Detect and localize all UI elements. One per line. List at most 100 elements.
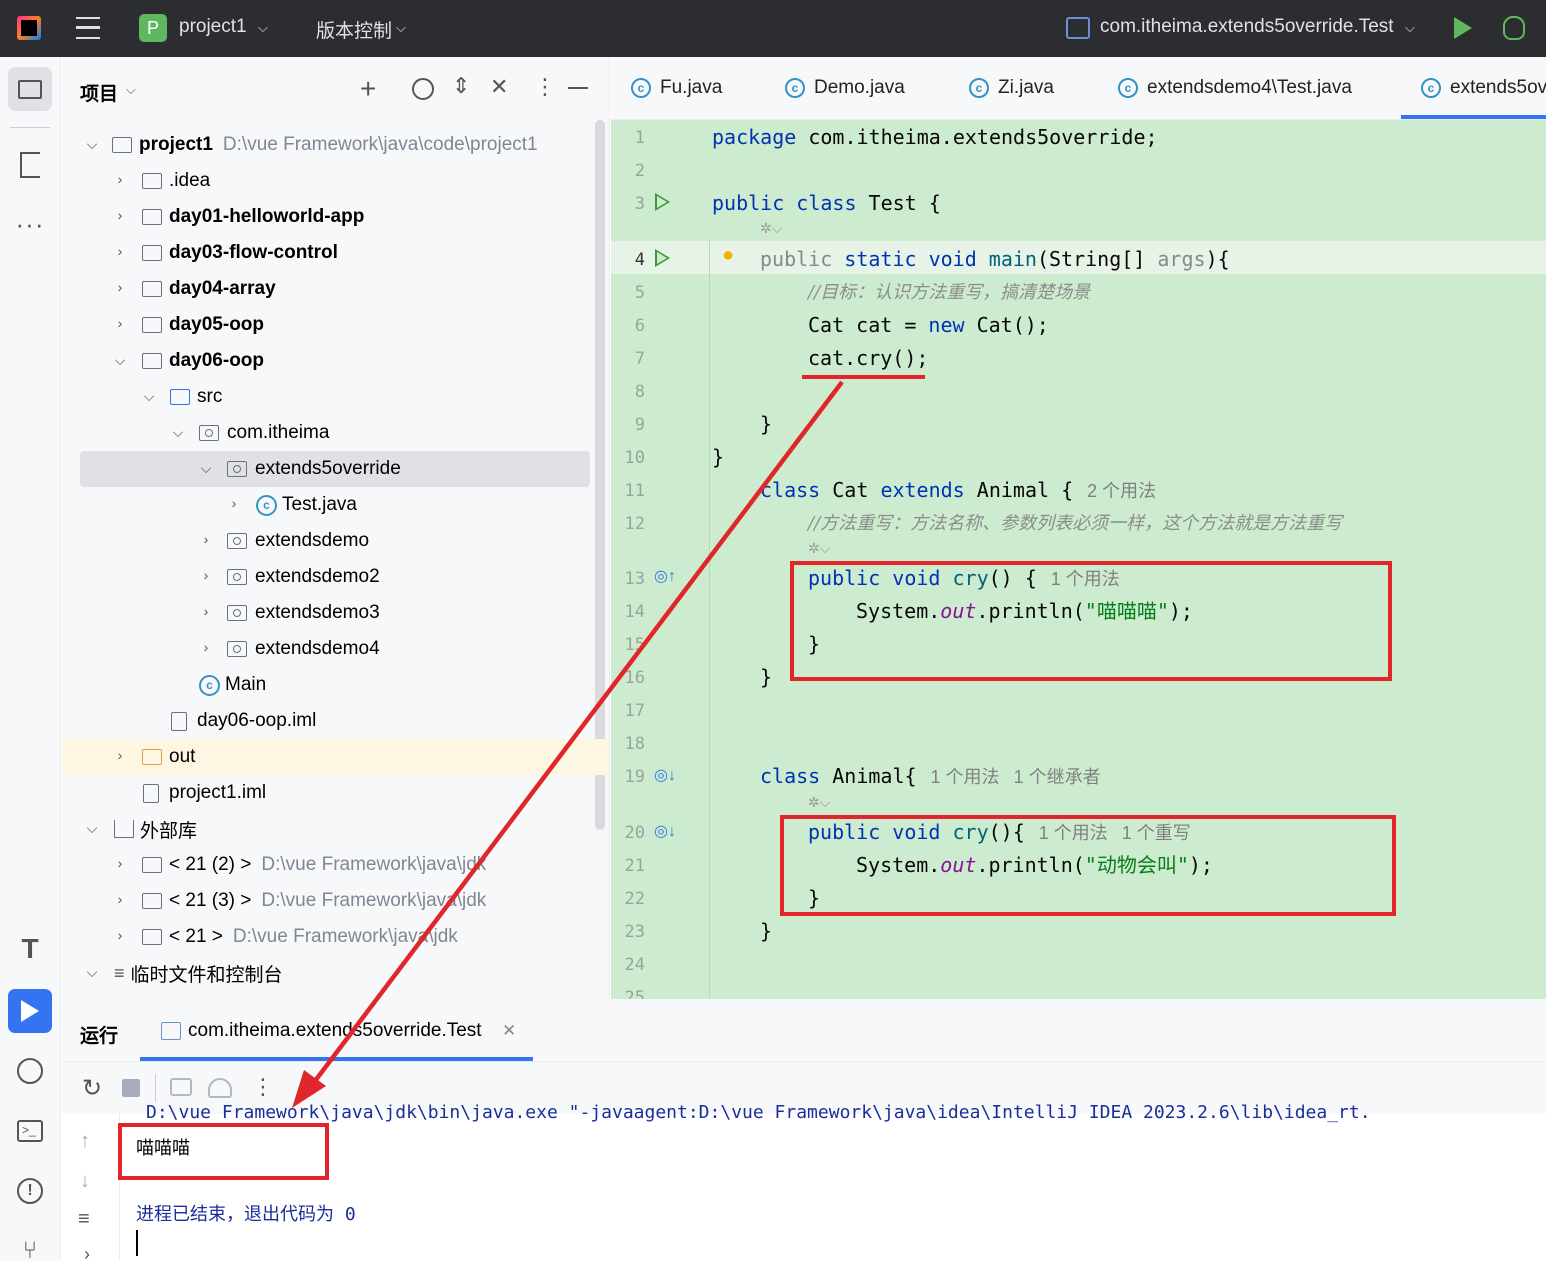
tree-item-module[interactable]: day05-oop xyxy=(142,307,264,343)
tree-item-module[interactable]: day03-flow-control xyxy=(142,235,338,271)
hide-icon[interactable] xyxy=(568,87,588,89)
tree-chevron-icon[interactable]: › xyxy=(196,603,216,619)
run-gutter-icon[interactable] xyxy=(655,249,670,267)
tree-item-external-libraries[interactable]: 外部库 xyxy=(114,811,197,847)
tree-item-package[interactable]: com.itheima xyxy=(199,415,329,451)
collapse-all-icon[interactable]: ✕ xyxy=(490,74,508,100)
app-logo-icon[interactable] xyxy=(17,16,41,40)
more-console-icon[interactable]: › xyxy=(84,1244,90,1261)
tree-item-project-iml[interactable]: project1.iml xyxy=(143,775,266,811)
tab-zi-java[interactable]: c Zi.java xyxy=(969,77,1054,99)
close-tab-icon[interactable]: ✕ xyxy=(502,1021,516,1041)
run-gutter-icon[interactable] xyxy=(655,193,670,211)
console-output[interactable]: D:\vue Framework\java\jdk\bin\java.exe "… xyxy=(120,1102,1546,1261)
tree-chevron-icon[interactable]: › xyxy=(196,567,216,583)
tree-item-src[interactable]: src xyxy=(170,379,222,415)
soft-wrap-icon[interactable]: ≡ xyxy=(78,1208,90,1231)
project-chevron-icon[interactable]: ⌵ xyxy=(258,20,268,36)
usage-hint[interactable]: 1 个用法 xyxy=(931,767,1000,787)
ai-assist-icon[interactable]: ✲⌵ xyxy=(760,220,782,237)
run-icon[interactable] xyxy=(1454,17,1472,39)
expand-all-icon[interactable]: ⇕ xyxy=(452,73,470,99)
project-selector[interactable]: project1 xyxy=(179,16,247,38)
tree-item-test-java[interactable]: c Test.java xyxy=(256,487,357,523)
tree-chevron-icon[interactable]: › xyxy=(224,495,244,511)
tree-chevron-icon[interactable]: ⌵ xyxy=(139,388,159,405)
run-config-selector[interactable]: com.itheima.extends5override.Test xyxy=(1100,16,1394,38)
rerun-icon[interactable]: ↻ xyxy=(82,1074,102,1103)
tab-demo-java[interactable]: c Demo.java xyxy=(785,77,905,99)
more-options-icon[interactable]: ⋮ xyxy=(252,1074,274,1100)
tree-item-package[interactable]: extendsdemo3 xyxy=(227,595,380,631)
screenshot-icon[interactable] xyxy=(170,1078,192,1096)
tree-item-module[interactable]: day06-oop xyxy=(142,343,264,379)
git-icon[interactable]: ⑂ xyxy=(8,1229,52,1261)
project-badge[interactable]: P xyxy=(139,14,167,42)
ai-assist-icon[interactable]: ✲⌵ xyxy=(808,794,830,811)
tree-item-package[interactable]: extendsdemo4 xyxy=(227,631,380,667)
tree-chevron-icon[interactable]: ⌵ xyxy=(168,424,188,441)
add-icon[interactable]: + xyxy=(360,73,376,105)
tab-fu-java[interactable]: c Fu.java xyxy=(631,77,722,99)
vcs-menu[interactable]: 版本控制 xyxy=(316,16,392,43)
tree-chevron-icon[interactable]: ⌵ xyxy=(110,352,130,369)
panel-title-chevron-icon[interactable]: ⌵ xyxy=(126,82,136,98)
structure-tool-icon[interactable] xyxy=(8,143,52,187)
tree-item-iml[interactable]: day06-oop.iml xyxy=(171,703,316,739)
scroll-down-icon[interactable]: ↓ xyxy=(80,1170,90,1193)
tree-chevron-icon[interactable]: › xyxy=(110,315,130,331)
debug-icon[interactable] xyxy=(1503,16,1525,40)
tree-item-project1[interactable]: project1 D:\vue Framework\java\code\proje… xyxy=(112,127,538,163)
tree-chevron-icon[interactable]: › xyxy=(110,279,130,295)
stop-icon[interactable] xyxy=(122,1079,140,1097)
tree-chevron-icon[interactable]: ⌵ xyxy=(82,136,102,153)
bulb-icon[interactable]: ● xyxy=(722,244,734,267)
tree-item-main[interactable]: c Main xyxy=(199,667,266,703)
project-tool-icon[interactable] xyxy=(8,67,52,111)
tab-extends5override-test-active[interactable]: c extends5ov xyxy=(1421,77,1546,99)
services-icon[interactable] xyxy=(8,1049,52,1093)
options-icon[interactable]: ⋮ xyxy=(534,74,556,100)
tree-scrollbar[interactable] xyxy=(595,120,605,830)
tree-item-jdk[interactable]: < 21 (3) > D:\vue Framework\java\jdk xyxy=(142,883,486,919)
tree-item-jdk[interactable]: < 21 > D:\vue Framework\java\jdk xyxy=(142,919,458,955)
tree-chevron-icon[interactable]: › xyxy=(110,171,130,187)
tree-item-jdk[interactable]: < 21 (2) > D:\vue Framework\java\jdk xyxy=(142,847,486,883)
more-tools-icon[interactable]: ··· xyxy=(8,202,52,246)
tree-chevron-icon[interactable]: ⌵ xyxy=(82,820,102,837)
tree-chevron-icon[interactable]: › xyxy=(110,855,130,871)
tree-item-package[interactable]: extendsdemo2 xyxy=(227,559,380,595)
tree-chevron-icon[interactable]: › xyxy=(110,207,130,223)
run-config-chevron-icon[interactable]: ⌵ xyxy=(1405,20,1415,36)
tree-chevron-icon[interactable]: ⌵ xyxy=(82,964,102,981)
run-tool-icon[interactable] xyxy=(8,989,52,1033)
inheritor-hint[interactable]: 1 个继承者 xyxy=(1014,767,1101,787)
tree-chevron-icon[interactable]: › xyxy=(196,531,216,547)
ai-assist-icon[interactable]: ✲⌵ xyxy=(808,540,830,557)
vcs-chevron-icon[interactable]: ⌵ xyxy=(396,20,406,36)
usage-hint[interactable]: 2 个用法 xyxy=(1087,481,1156,501)
tree-chevron-icon[interactable]: › xyxy=(196,639,216,655)
tree-item-package[interactable]: extendsdemo xyxy=(227,523,369,559)
tree-chevron-icon[interactable]: ⌵ xyxy=(196,460,216,477)
tree-chevron-icon[interactable]: › xyxy=(110,243,130,259)
tree-item-package-selected[interactable]: extends5override xyxy=(227,451,401,487)
tree-item-out[interactable]: out xyxy=(142,739,195,775)
locate-icon[interactable] xyxy=(412,78,434,100)
run-tab-label[interactable]: com.itheima.extends5override.Test xyxy=(188,1020,482,1042)
terminal-icon[interactable]: >_ xyxy=(8,1109,52,1153)
project-panel-title[interactable]: 项目 xyxy=(80,79,118,106)
problems-icon[interactable]: ! xyxy=(8,1169,52,1213)
implemented-gutter-icon[interactable]: ◎↓ xyxy=(654,765,676,785)
tree-chevron-icon[interactable]: › xyxy=(110,747,130,763)
profiler-icon[interactable] xyxy=(208,1078,232,1098)
tree-chevron-icon[interactable]: › xyxy=(110,891,130,907)
tab-extendsdemo4-test[interactable]: c extendsdemo4\Test.java xyxy=(1118,77,1352,99)
tree-chevron-icon[interactable]: › xyxy=(110,927,130,943)
implemented-gutter-icon[interactable]: ◎↓ xyxy=(654,821,676,841)
tree-item-idea[interactable]: .idea xyxy=(142,163,210,199)
main-menu-icon[interactable] xyxy=(76,17,100,39)
build-icon[interactable]: T xyxy=(8,927,52,971)
tree-item-scratches[interactable]: ≡ 临时文件和控制台 xyxy=(114,955,283,991)
scroll-up-icon[interactable]: ↑ xyxy=(80,1130,90,1153)
